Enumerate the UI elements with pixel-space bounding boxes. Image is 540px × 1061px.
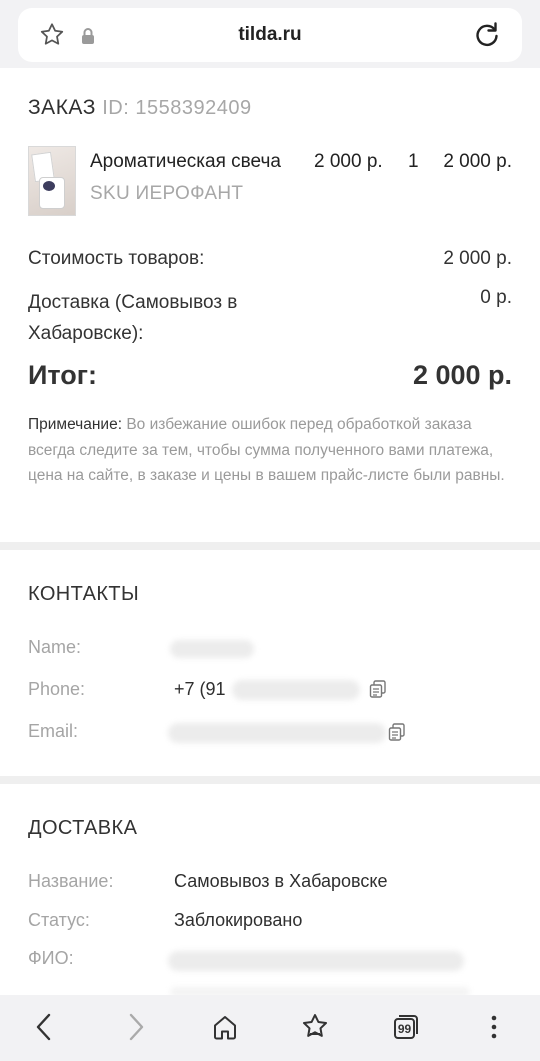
- home-icon: [214, 1016, 236, 1040]
- tabs-icon: 99: [394, 1015, 418, 1039]
- bookmarks-icon: [303, 1014, 327, 1037]
- reload-icon[interactable]: [472, 20, 502, 50]
- product-thumbnail[interactable]: [28, 146, 76, 216]
- product-price: 2 000 р.: [314, 151, 383, 172]
- browser-bottom-bar: 99: [0, 995, 540, 1061]
- tabs-count: 99: [398, 1022, 412, 1036]
- contact-email-redacted: [168, 723, 386, 743]
- contact-phone-label: Phone:: [28, 679, 86, 699]
- delivery-name-value: Самовывоз в Хабаровске: [174, 871, 388, 891]
- bookmarks-button[interactable]: [297, 1009, 333, 1045]
- delivery-name-label: Название:: [28, 871, 114, 891]
- delivery-title: ДОСТАВКА: [28, 817, 138, 839]
- menu-icon: [491, 1015, 497, 1039]
- back-icon: [36, 1013, 51, 1041]
- address-bar[interactable]: tilda.ru: [18, 8, 522, 62]
- note-label: Примечание:: [28, 416, 123, 433]
- product-sku: SKU ИЕРОФАНТ: [90, 183, 244, 204]
- contact-phone-redacted: [232, 680, 360, 700]
- contacts-title: КОНТАКТЫ: [28, 583, 140, 605]
- section-divider: [0, 776, 540, 784]
- grand-total-label: Итог:: [28, 360, 98, 390]
- delivery-status-value: Заблокировано: [174, 910, 303, 930]
- section-divider: [0, 542, 540, 550]
- grand-total-value: 2 000 р.: [412, 360, 512, 390]
- menu-button[interactable]: [476, 1009, 512, 1045]
- home-button[interactable]: [207, 1009, 243, 1045]
- contact-email-label: Email:: [28, 721, 79, 741]
- product-quantity: 1: [408, 151, 419, 172]
- delivery-fio-label: ФИО:: [28, 948, 74, 968]
- tabs-button[interactable]: 99: [387, 1009, 423, 1045]
- subtotal-label: Стоимость товаров:: [28, 248, 205, 269]
- contact-phone-value[interactable]: +7 (91: [174, 679, 226, 700]
- contact-name-label: Name:: [28, 637, 82, 657]
- copy-phone-icon[interactable]: [369, 680, 387, 698]
- delivery-fio-redacted: [168, 951, 464, 971]
- subtotal-value: 2 000 р.: [443, 248, 512, 269]
- forward-button[interactable]: [118, 1009, 154, 1045]
- forward-icon: [129, 1013, 144, 1041]
- copy-email-icon[interactable]: [388, 723, 406, 741]
- browser-top-bar: tilda.ru: [0, 0, 540, 68]
- delivery-cost-value: 0 р.: [480, 287, 512, 308]
- contact-name-redacted: [170, 640, 254, 658]
- order-note: Примечание: Во избежание ошибок перед об…: [28, 412, 508, 489]
- order-label: ЗАКАЗ: [28, 96, 96, 119]
- order-id: ID: 1558392409: [102, 97, 252, 119]
- product-name: Ароматическая свеча: [90, 151, 281, 172]
- back-button[interactable]: [26, 1009, 62, 1045]
- delivery-status-label: Статус:: [28, 910, 90, 930]
- delivery-cost-label: Доставка (Самовывоз в Хабаровске):: [28, 292, 238, 344]
- product-line-total: 2 000 р.: [443, 151, 512, 172]
- url-host[interactable]: tilda.ru: [18, 24, 522, 46]
- order-header: ЗАКАЗ ID: 1558392409: [28, 96, 252, 120]
